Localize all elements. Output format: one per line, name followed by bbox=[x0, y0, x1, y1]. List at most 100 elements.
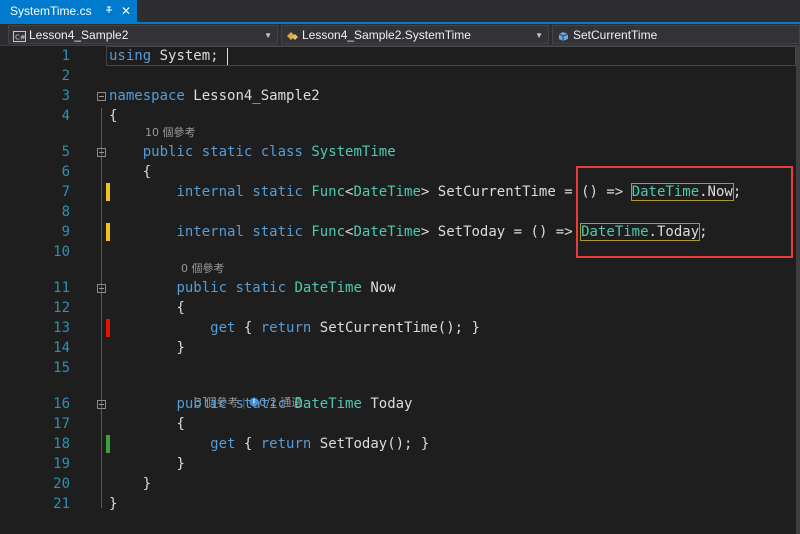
line-code: get { return SetCurrentTime(); } bbox=[210, 320, 480, 336]
codelens-now-references[interactable]: 0 個參考 bbox=[181, 260, 225, 278]
line-number: 17 bbox=[53, 416, 70, 432]
line-number: 13 bbox=[53, 320, 70, 336]
keyword: static bbox=[252, 224, 303, 240]
property-name: Now bbox=[370, 280, 396, 296]
tab-systemtime-cs[interactable]: SystemTime.cs ✕ bbox=[0, 0, 137, 22]
keyword: internal bbox=[176, 224, 244, 240]
code-line: 19 } bbox=[0, 454, 800, 474]
keyword: get bbox=[210, 436, 236, 452]
code-line: 12 { bbox=[0, 298, 800, 318]
line-number: 8 bbox=[61, 204, 70, 220]
codelens-class-references[interactable]: 10 個參考 bbox=[145, 124, 196, 142]
close-icon[interactable]: ✕ bbox=[121, 0, 131, 22]
line-code: get { return SetToday(); } bbox=[210, 436, 430, 452]
pin-icon[interactable] bbox=[104, 0, 115, 22]
code-line: 15 bbox=[0, 358, 800, 378]
line-code: namespace Lesson4_Sample2 bbox=[109, 86, 320, 106]
property-name: Today bbox=[370, 396, 413, 412]
code-line: 21 } bbox=[0, 494, 800, 514]
line-number: 21 bbox=[53, 496, 70, 512]
line-code: } bbox=[109, 474, 151, 494]
annotation-highlight-box bbox=[576, 166, 793, 258]
brace: { bbox=[176, 416, 185, 432]
line-number: 10 bbox=[53, 244, 70, 260]
code-line: 11 public static DateTime Now bbox=[0, 278, 800, 298]
line-number: 11 bbox=[53, 280, 70, 296]
collapse-icon[interactable] bbox=[97, 92, 106, 101]
type-name: Func bbox=[311, 224, 346, 240]
line-number: 12 bbox=[53, 300, 70, 316]
line-code: { bbox=[109, 162, 151, 182]
line-code: { bbox=[109, 298, 185, 318]
line-number: 2 bbox=[61, 68, 70, 84]
line-code: using System; bbox=[109, 46, 219, 66]
line-code: { bbox=[109, 414, 185, 434]
code-line: 18 get { return SetToday(); } bbox=[0, 434, 800, 454]
line-code: public static DateTime Today bbox=[109, 394, 413, 414]
keyword: namespace bbox=[109, 88, 185, 104]
type-name: DateTime bbox=[353, 224, 421, 240]
keyword: public bbox=[176, 280, 228, 296]
member-dropdown[interactable]: SetCurrentTime bbox=[552, 25, 800, 44]
document-tab-strip: SystemTime.cs ✕ bbox=[0, 0, 800, 24]
keyword: public bbox=[176, 396, 228, 412]
code-line: 4 { bbox=[0, 106, 800, 126]
method-call: SetToday(); bbox=[319, 436, 413, 452]
keyword: public bbox=[142, 144, 194, 160]
field-name: SetToday bbox=[437, 224, 506, 240]
brace: { bbox=[176, 300, 185, 316]
line-code: { bbox=[109, 108, 118, 124]
keyword: internal bbox=[176, 184, 244, 200]
line-number: 19 bbox=[53, 456, 70, 472]
code-line: 5 public static class SystemTime bbox=[0, 142, 800, 162]
lambda-operator: = () => bbox=[513, 224, 573, 240]
brace: } bbox=[142, 476, 152, 492]
code-editor[interactable]: 1 using System; 2 3 namespace Lesson4_Sa… bbox=[0, 46, 800, 534]
line-code: public static DateTime Now bbox=[109, 278, 396, 298]
project-name: Lesson4_Sample2 bbox=[29, 28, 129, 42]
keyword: static bbox=[252, 184, 303, 200]
line-number: 5 bbox=[61, 144, 70, 160]
method-call: SetCurrentTime(); bbox=[319, 320, 464, 336]
collapse-icon[interactable] bbox=[97, 284, 106, 293]
brace: } bbox=[176, 456, 185, 472]
line-number: 14 bbox=[53, 340, 70, 356]
line-number: 20 bbox=[53, 476, 70, 492]
type-name: DateTime bbox=[294, 280, 362, 296]
line-code: } bbox=[109, 454, 185, 474]
code-line: 20 } bbox=[0, 474, 800, 494]
code-line: 2 bbox=[0, 66, 800, 86]
vertical-scrollbar[interactable] bbox=[796, 46, 800, 534]
line-number: 1 bbox=[61, 48, 70, 64]
class-dropdown[interactable]: Lesson4_Sample2.SystemTime ▼ bbox=[281, 25, 549, 44]
brace: } bbox=[176, 340, 185, 356]
code-line: 14 } bbox=[0, 338, 800, 358]
type-name: DateTime bbox=[294, 396, 362, 412]
class-path: Lesson4_Sample2.SystemTime bbox=[302, 28, 471, 42]
namespace-ref: System; bbox=[159, 48, 219, 64]
field-name: SetCurrentTime bbox=[437, 184, 556, 200]
keyword: return bbox=[260, 320, 312, 336]
namespace-name: Lesson4_Sample2 bbox=[193, 88, 320, 104]
field-icon bbox=[557, 29, 570, 43]
code-line: 13 get { return SetCurrentTime(); } bbox=[0, 318, 800, 338]
svg-text:C#: C# bbox=[15, 34, 26, 42]
line-number: 15 bbox=[53, 360, 70, 376]
line-number: 9 bbox=[61, 224, 70, 240]
line-number: 4 bbox=[61, 108, 70, 124]
member-name: SetCurrentTime bbox=[573, 28, 658, 42]
tab-title: SystemTime.cs bbox=[10, 4, 92, 18]
line-number: 6 bbox=[61, 164, 70, 180]
keyword: class bbox=[260, 144, 303, 160]
collapse-icon[interactable] bbox=[97, 400, 106, 409]
class-name: SystemTime bbox=[311, 144, 396, 160]
code-line: 1 using System; bbox=[0, 46, 800, 66]
line-number: 3 bbox=[61, 88, 70, 104]
csharp-project-icon: C# bbox=[13, 29, 26, 43]
code-line: 17 { bbox=[0, 414, 800, 434]
chevron-down-icon: ▼ bbox=[535, 31, 543, 40]
chevron-down-icon: ▼ bbox=[264, 31, 272, 40]
keyword: return bbox=[260, 436, 312, 452]
collapse-icon[interactable] bbox=[97, 148, 106, 157]
project-dropdown[interactable]: C# Lesson4_Sample2 ▼ bbox=[8, 25, 278, 44]
